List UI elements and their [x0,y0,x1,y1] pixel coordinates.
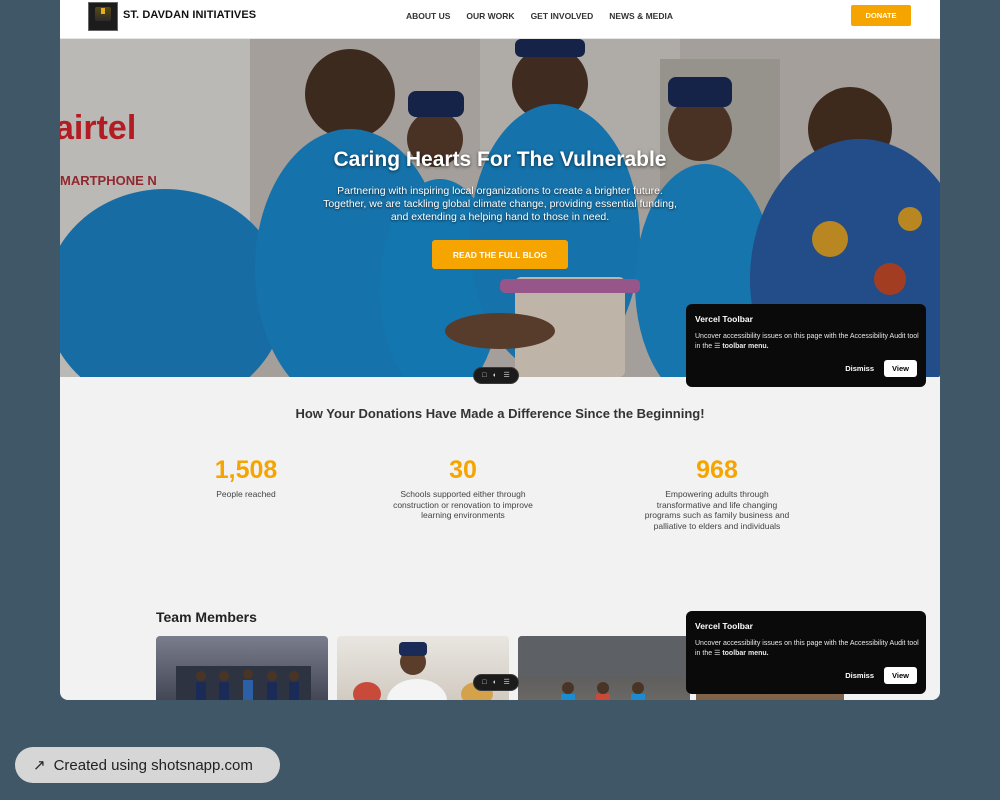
nav-our-work[interactable]: OUR WORK [466,11,514,21]
hero-subtitle: Partnering with inspiring local organiza… [323,185,677,223]
team-photo-card[interactable] [518,636,690,700]
view-button[interactable]: View [884,667,917,684]
main-nav: ABOUT US OUR WORK GET INVOLVED NEWS & ME… [406,11,673,21]
brand-name[interactable]: ST. DAVDAN INITIATIVES [123,9,256,21]
team-photo [518,636,690,700]
stat-value: 1,508 [214,456,278,484]
comment-icon[interactable]: □ [482,372,486,379]
site-logo[interactable] [88,2,118,31]
team-photo-card[interactable] [156,636,328,700]
vercel-popup-title: Vercel Toolbar [695,621,753,631]
team-photo [176,666,311,700]
toggle-icon[interactable]: ◐ [493,372,497,379]
stat-adults-empowered: 968 Empowering adults through transforma… [644,456,790,531]
stat-label: Empowering adults through transformative… [644,489,790,531]
vercel-toolbar-popup: Vercel Toolbar Uncover accessibility iss… [686,304,926,387]
stat-people-reached: 1,508 People reached [186,456,306,500]
stat-schools-supported: 30 Schools supported either through cons… [390,456,536,521]
stat-value: 968 [696,456,738,484]
dismiss-button[interactable]: Dismiss [845,671,874,680]
view-button[interactable]: View [884,360,917,377]
comment-icon[interactable]: □ [482,679,486,686]
vercel-toolbar-pill[interactable]: □ ◐ ☰ [473,674,519,691]
vercel-popup-text: Uncover accessibility issues on this pag… [695,640,919,657]
browser-window: ST. DAVDAN INITIATIVES ABOUT US OUR WORK… [60,0,940,700]
stat-value: 30 [449,456,477,484]
nav-news-media[interactable]: NEWS & MEDIA [609,11,673,21]
hero-title: Caring Hearts For The Vulnerable [333,148,667,171]
impact-heading: How Your Donations Have Made a Differenc… [295,406,705,421]
vercel-popup-title: Vercel Toolbar [695,314,753,324]
menu-icon: ☰ [714,650,721,657]
badge-label: Created using shotsnapp.com [53,756,253,774]
stat-label: People reached [216,489,276,499]
team-heading: Team Members [156,609,257,625]
arrow-up-right-icon: ↗ [33,757,46,774]
stat-label: Schools supported either through constru… [393,489,533,520]
donate-button[interactable]: DONATE [851,5,911,26]
toggle-icon[interactable]: ◐ [493,679,497,686]
menu-icon: ☰ [714,343,721,350]
vercel-popup-text: Uncover accessibility issues on this pag… [695,333,919,350]
menu-icon[interactable]: ☰ [503,679,509,686]
shotsnapp-badge[interactable]: ↗ Created using shotsnapp.com [15,747,280,783]
site-header: ST. DAVDAN INITIATIVES ABOUT US OUR WORK… [60,0,940,39]
nav-about-us[interactable]: ABOUT US [406,11,450,21]
vercel-toolbar-popup: Vercel Toolbar Uncover accessibility iss… [686,611,926,694]
nav-get-involved[interactable]: GET INVOLVED [531,11,594,21]
vercel-toolbar-pill[interactable]: □ ◐ ☰ [473,367,519,384]
menu-icon[interactable]: ☰ [503,372,509,379]
read-full-blog-button[interactable]: READ THE FULL BLOG [432,240,568,269]
dismiss-button[interactable]: Dismiss [845,364,874,373]
